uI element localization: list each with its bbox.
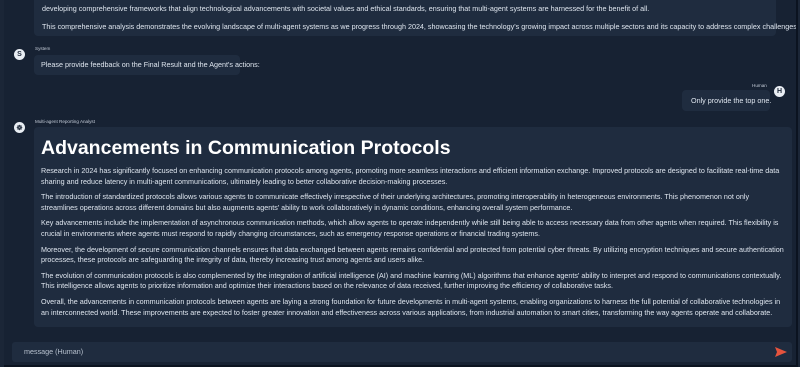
chat-window: developing comprehensive frameworks that… <box>4 0 798 367</box>
human-avatar: H <box>774 86 785 97</box>
send-icon[interactable] <box>774 346 788 358</box>
system-avatar: S <box>14 49 25 60</box>
analyst-message: Advancements in Communication Protocols … <box>34 127 792 327</box>
report-paragraph: Moreover, the development of secure comm… <box>41 244 784 265</box>
human-message-text: Only provide the top one. <box>691 96 772 105</box>
previous-message: developing comprehensive frameworks that… <box>34 0 798 36</box>
report-paragraph: Research in 2024 has significantly focus… <box>41 166 780 186</box>
human-message: Only provide the top one. <box>682 90 772 111</box>
previous-message-line2: This comprehensive analysis demonstrates… <box>42 21 798 31</box>
report-paragraph: The introduction of standardized protoco… <box>41 192 750 212</box>
message-input[interactable]: message (Human) <box>24 347 83 356</box>
message-composer[interactable]: message (Human) <box>12 342 792 362</box>
previous-message-line1: developing comprehensive frameworks that… <box>42 4 650 13</box>
system-sender-label: System <box>35 46 51 51</box>
report-paragraph: The evolution of communication protocols… <box>41 270 782 291</box>
system-message: Please provide feedback on the Final Res… <box>34 55 260 75</box>
human-sender-label: Human <box>752 83 767 88</box>
analyst-sender-label: Multi-agent Reporting Analyst <box>35 119 96 124</box>
report-paragraph: Key advancements include the implementat… <box>41 218 779 238</box>
report-paragraph: Overall, the advancements in communicati… <box>41 296 781 317</box>
analyst-avatar: ☸ <box>14 122 25 133</box>
report-heading: Advancements in Communication Protocols <box>41 137 451 159</box>
system-message-text: Please provide feedback on the Final Res… <box>41 60 260 69</box>
